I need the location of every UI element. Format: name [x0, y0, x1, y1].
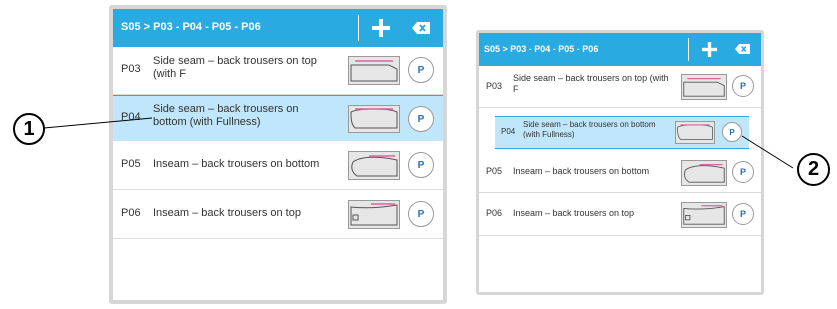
callout-leader-lines — [43, 117, 794, 169]
callout-1: 1 — [13, 113, 45, 145]
callout-2: 2 — [797, 153, 830, 186]
